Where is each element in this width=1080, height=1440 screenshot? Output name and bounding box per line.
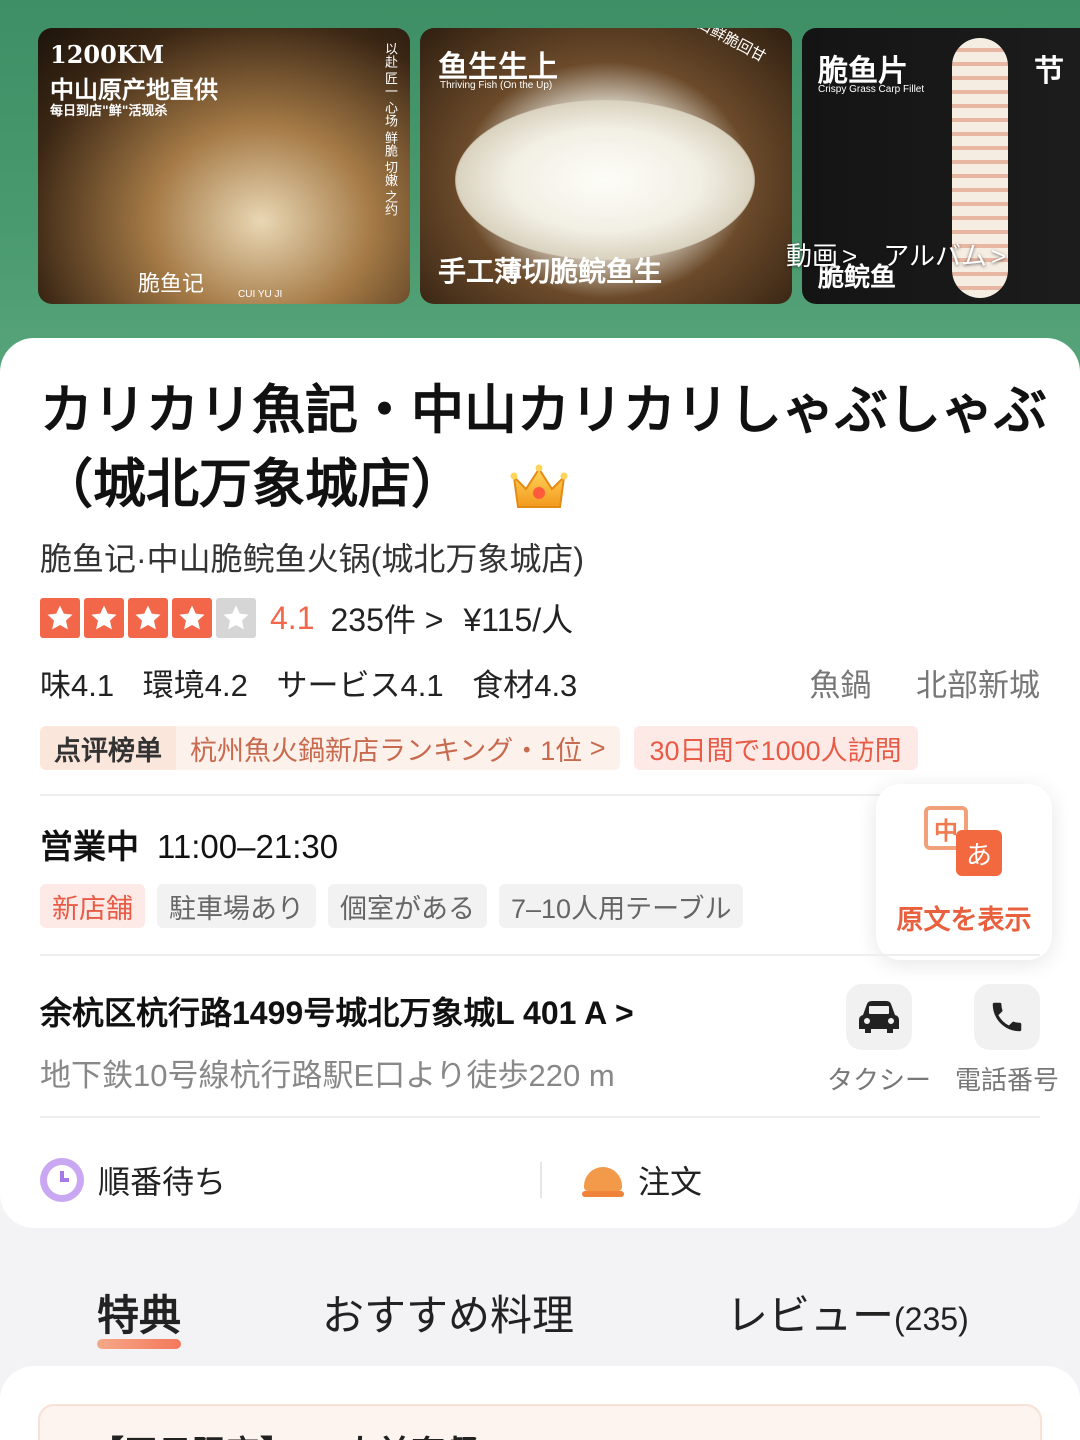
deal-title: 【平日限定】 · 2人前套餐 [90,1426,479,1440]
ranking-badge[interactable]: 点评榜单 杭州魚火鍋新店ランキング・1位 > [40,726,620,770]
categories: 魚鍋 北部新城 [773,660,1040,705]
chevron-right-icon: > [424,602,444,638]
order-button[interactable]: 注文 [582,1157,702,1203]
chevron-right-icon: > [990,240,1007,271]
tag-private-room: 個室がある [328,884,487,928]
chevron-right-icon: > [589,732,606,763]
address-text: 余杭区杭行路1499号城北万象城L 401 A [40,995,607,1031]
phone-label: 電話番号 [954,1065,1059,1095]
queue-label: 順番待ち [98,1164,227,1200]
star-icon [172,598,212,638]
sub-score-environment: 環境4.2 [142,668,248,703]
sub-score-service: サービス4.1 [276,668,444,703]
divider [40,1116,1040,1118]
photo1-brand-sub: CUI YU JI [238,289,283,300]
photo1-title-line1: 1200KM [50,40,165,69]
photo3-title-right: 节 [1034,54,1064,89]
divider [540,1162,542,1198]
rating-row[interactable]: 4.1 235件 > ¥115/人 [40,596,573,640]
photo1-title-line3: 每日到店"鲜"活现杀 [50,104,168,119]
photo1-side-text: 以赴 匠一 心场 鲜脆 切嫩 之约 [383,42,398,217]
sub-scores-row: 味4.1 環境4.2 サービス4.1 食材4.3 魚鍋 北部新城 [40,660,1040,705]
taxi-button[interactable]: タクシー [814,984,944,1097]
photo-gallery: 1200KM 中山原产地直供 每日到店"鲜"活现杀 以赴 匠一 心场 鲜脆 切嫩… [0,0,1080,380]
tab-reviews[interactable]: レビュー(235) [726,1282,969,1343]
rank-row: 点评榜单 杭州魚火鍋新店ランキング・1位 > 30日間で1000人訪問 [40,726,918,770]
star-empty-icon [216,598,256,638]
phone-button[interactable]: 電話番号 [942,984,1072,1097]
photo1-brand: 脆鱼记 [138,272,205,297]
star-icon [84,598,124,638]
quick-actions: 順番待ち 注文 [40,1150,1040,1210]
sub-score-taste: 味4.1 [40,668,115,703]
clock-icon [40,1158,84,1202]
translate-icon-front: あ [956,830,1002,876]
photo2-subtitle: Thriving Fish (On the Up) [440,80,553,91]
star-icon [128,598,168,638]
tag-parking: 駐車場あり [157,884,316,928]
gallery-photo-2[interactable]: 鱼生生上 Thriving Fish (On the Up) 片片薄切透亮 口口… [420,28,792,304]
tab-deals[interactable]: 特典 [97,1282,182,1349]
video-link[interactable]: 動画 > [786,236,857,273]
content-tabs: 特典 おすすめ料理 レビュー(235) [0,1262,1080,1362]
sub-score-ingredients: 食材4.3 [472,668,578,703]
tab-reviews-count: (235) [894,1301,969,1337]
gallery-photo-1[interactable]: 1200KM 中山原产地直供 每日到店"鲜"活现杀 以赴 匠一 心场 鲜脆 切嫩… [38,28,410,304]
media-links: 動画 > アルバム > [786,232,1006,276]
show-original-label: 原文を表示 [896,905,1032,935]
rating-score: 4.1 [270,599,315,636]
ranking-text: 杭州魚火鍋新店ランキング・1位 > [176,726,620,770]
shop-info-card: カリカリ魚記・中山カリカリしゃぶしゃぶ（城北万象城店） 脆鱼记·中山脆鲩鱼火锅(… [0,338,1080,1228]
shop-title: カリカリ魚記・中山カリカリしゃぶしゃぶ（城北万象城店） [40,374,1050,522]
divider [40,954,1040,956]
translate-icon: 中 あ [924,806,1004,880]
deal-item[interactable]: 【平日限定】 · 2人前套餐 [38,1404,1042,1440]
opening-hours[interactable]: 営業中 11:00–21:30 [40,820,338,868]
show-original-button[interactable]: 中 あ 原文を表示 [876,784,1052,960]
phone-icon [974,984,1040,1050]
original-shop-name: 脆鱼记·中山脆鲩鱼火锅(城北万象城店) [40,541,584,577]
chevron-right-icon: > [614,995,634,1031]
visit-badge: 30日間で1000人訪問 [633,726,918,770]
open-status: 営業中 [40,828,139,865]
tag-large-table: 7–10人用テーブル [499,884,744,928]
photo3-subtitle: Crispy Grass Carp Fillet [818,84,925,95]
review-count-label: 235件 [330,602,416,638]
order-label: 注文 [638,1164,703,1200]
tab-recommended[interactable]: おすすめ料理 [322,1282,574,1343]
photo2-bottom-text: 手工薄切脆鲩鱼生 [438,255,663,288]
tag-new-store: 新店舗 [40,884,145,928]
hours-time: 11:00–21:30 [157,828,339,865]
taxi-label: タクシー [826,1065,931,1095]
sub-scores: 味4.1 環境4.2 サービス4.1 食材4.3 [40,660,597,705]
tab-deals-label: 特典 [97,1292,182,1339]
food-cloche-icon [582,1161,624,1199]
taxi-icon [846,984,912,1050]
transit-info: 地下鉄10号線杭行路駅E口より徒歩220 m [40,1058,615,1093]
address-link[interactable]: 余杭区杭行路1499号城北万象城L 401 A > [40,988,634,1034]
queue-button[interactable]: 順番待ち [40,1157,540,1203]
photo2-side-text: 片片薄切透亮 口口鲜脆回甘 [597,28,770,67]
crown-icon [510,464,568,508]
ranking-label: 点评榜单 [40,726,176,770]
fish-plate-image [455,100,755,260]
album-link[interactable]: アルバム > [883,236,1006,273]
video-link-label: 動画 [786,240,839,271]
tab-active-underline [97,1339,182,1349]
chevron-right-icon: > [842,240,858,271]
ranking-text-label: 杭州魚火鍋新店ランキング・1位 [190,735,583,766]
deals-section: 【平日限定】 · 2人前套餐 [0,1366,1080,1440]
price-per-person: ¥115/人 [463,602,574,638]
tab-reviews-label: レビュー [726,1292,895,1339]
star-icon [40,598,80,638]
category-tag[interactable]: 魚鍋 [809,668,871,703]
feature-tags: 新店舗 駐車場あり 個室がある 7–10人用テーブル [40,884,744,928]
category-tag[interactable]: 北部新城 [916,668,1040,703]
album-link-label: アルバム [883,240,987,271]
review-count[interactable]: 235件 > [330,595,443,641]
